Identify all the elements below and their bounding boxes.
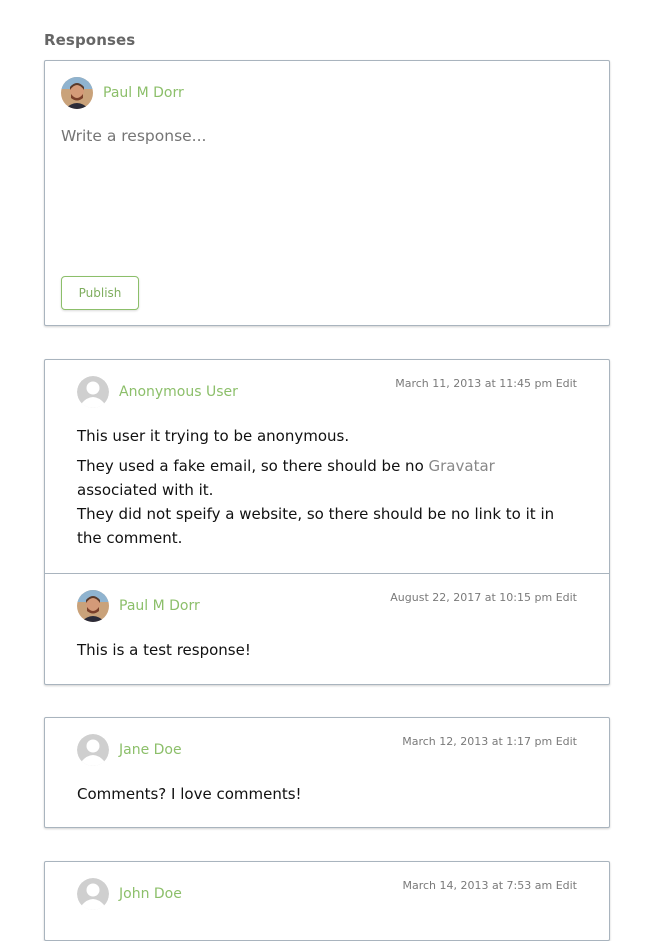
comment-meta: March 12, 2013 at 1:17 pm Edit xyxy=(402,735,577,748)
comment-line: This user it trying to be anonymous. xyxy=(77,427,350,445)
default-avatar-icon xyxy=(77,734,109,766)
comment-date[interactable]: March 12, 2013 at 1:17 pm xyxy=(402,735,552,748)
edit-link[interactable]: Edit xyxy=(556,377,577,390)
default-avatar-icon xyxy=(77,376,109,408)
edit-link[interactable]: Edit xyxy=(556,879,577,892)
comment-body: This user it trying to be anonymous. The… xyxy=(77,424,577,550)
response-input[interactable] xyxy=(61,127,581,145)
comment-thread: Jane Doe March 12, 2013 at 1:17 pm Edit … xyxy=(44,717,610,828)
comment-line: They used a fake email, so there should … xyxy=(77,457,495,499)
comment-line: They did not speify a website, so there … xyxy=(77,505,555,547)
comment-author[interactable]: Jane Doe xyxy=(119,742,182,758)
user-avatar xyxy=(77,590,109,622)
composer-author-name[interactable]: Paul M Dorr xyxy=(103,85,184,101)
reply-meta: August 22, 2017 at 10:15 pm Edit xyxy=(390,591,577,604)
comment-meta: March 11, 2013 at 11:45 pm Edit xyxy=(395,377,577,390)
publish-button[interactable]: Publish xyxy=(61,276,139,310)
response-composer: Paul M Dorr Publish xyxy=(44,60,610,326)
user-avatar xyxy=(61,77,93,109)
comment-date[interactable]: March 11, 2013 at 11:45 pm xyxy=(395,377,552,390)
reply-divider xyxy=(45,573,609,574)
comment-thread: Anonymous User March 11, 2013 at 11:45 p… xyxy=(44,359,610,685)
gravatar-link[interactable]: Gravatar xyxy=(429,457,495,475)
reply-body: This is a test response! xyxy=(77,641,251,659)
comment-meta: March 14, 2013 at 7:53 am Edit xyxy=(402,879,577,892)
reply-author[interactable]: Paul M Dorr xyxy=(119,598,200,614)
section-title: Responses xyxy=(44,31,136,49)
comment-body: Comments? I love comments! xyxy=(77,785,302,803)
default-avatar-icon xyxy=(77,878,109,910)
comment-author[interactable]: John Doe xyxy=(119,886,182,902)
comment-author[interactable]: Anonymous User xyxy=(119,384,238,400)
comment-thread: John Doe March 14, 2013 at 7:53 am Edit xyxy=(44,861,610,941)
edit-link[interactable]: Edit xyxy=(556,591,577,604)
comment-date[interactable]: March 14, 2013 at 7:53 am xyxy=(402,879,552,892)
reply-date[interactable]: August 22, 2017 at 10:15 pm xyxy=(390,591,552,604)
edit-link[interactable]: Edit xyxy=(556,735,577,748)
